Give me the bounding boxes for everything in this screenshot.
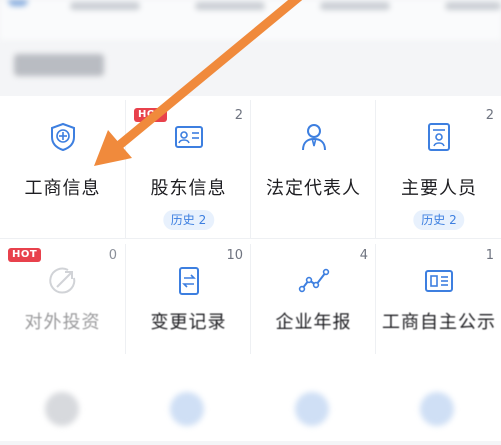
grid-item-outbound-investment[interactable]: HOT 0 对外投资 [0,244,125,354]
info-grid-row-3 [0,380,501,445]
grid-item-placeholder-2[interactable] [170,392,204,426]
grid-item-annual-report[interactable]: 4 企业年报 [250,244,376,354]
tab-placeholder-3[interactable] [320,2,390,10]
grid-item-business-info[interactable]: 工商信息 [0,100,125,238]
person-tie-icon [301,124,326,151]
grid-item-label: 工商信息 [24,178,101,199]
item-count: 2 [485,108,494,123]
item-count: 2 [234,108,243,123]
top-tab-bar [0,0,501,40]
id-card-icon [174,126,203,148]
info-grid-row-2: HOT 0 对外投资 10 变更记录 4 企业年报 1 工商自主公示 [0,244,501,354]
shield-badge-icon [50,122,75,152]
info-grid-row-1: 工商信息 HOT 2 股东信息 历史 2 法定代表人 2 主要人员 历史 2 [0,100,501,239]
hot-badge: HOT [134,108,168,122]
item-count: 10 [226,248,243,263]
item-count: 1 [485,248,494,263]
history-badge[interactable]: 历史 2 [413,210,465,230]
item-count: 0 [108,248,117,263]
tab-indicator [8,0,28,6]
grid-item-label: 变更记录 [150,312,227,333]
grid-item-label: 对外投资 [24,312,101,333]
change-record-icon [178,267,199,295]
tab-placeholder-2[interactable] [195,2,265,10]
grid-item-shareholder-info[interactable]: HOT 2 股东信息 历史 2 [125,100,251,238]
section-title [14,54,104,76]
grid-item-placeholder-1[interactable] [45,392,79,426]
history-badge[interactable]: 历史 2 [162,210,215,230]
trend-line-icon [298,268,329,293]
hot-badge: HOT [8,248,42,262]
grid-item-placeholder-4[interactable] [420,392,454,426]
grid-item-label: 股东信息 [150,178,227,199]
grid-item-self-disclosure[interactable]: 1 工商自主公示 [375,244,501,354]
grid-item-legal-representative[interactable]: 法定代表人 [250,100,376,238]
grid-item-placeholder-3[interactable] [295,392,329,426]
grid-item-label: 主要人员 [401,178,477,199]
investment-arrow-icon [48,267,75,294]
tab-placeholder-4[interactable] [445,2,501,10]
tab-placeholder-1[interactable] [70,2,140,10]
grid-item-label: 工商自主公示 [382,312,496,333]
item-count: 4 [359,248,368,263]
person-document-icon [428,123,450,151]
grid-item-label: 企业年报 [275,312,352,333]
grid-item-label: 法定代表人 [266,178,361,199]
grid-item-change-record[interactable]: 10 变更记录 [125,244,251,354]
grid-item-key-personnel[interactable]: 2 主要人员 历史 2 [375,100,501,238]
public-notice-icon [425,270,453,292]
